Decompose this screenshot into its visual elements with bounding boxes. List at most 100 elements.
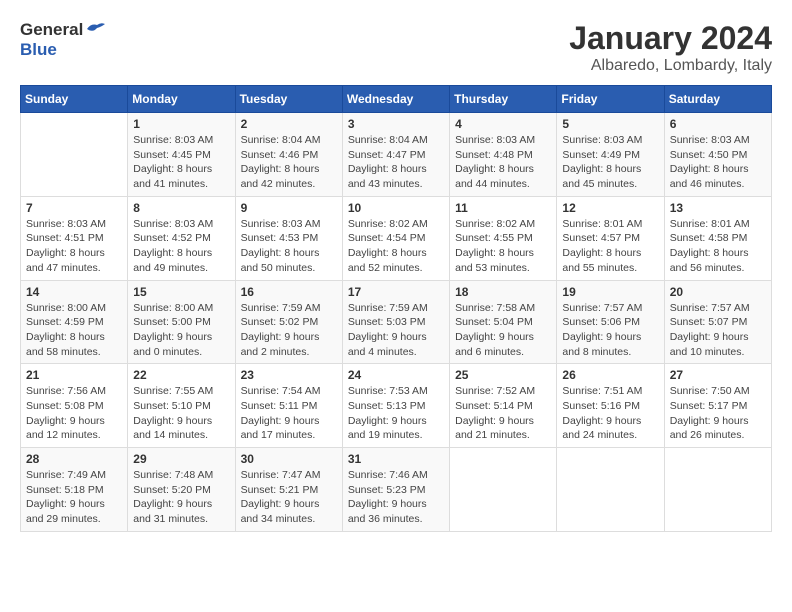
day-number: 16	[241, 285, 337, 299]
day-info: Sunrise: 7:50 AM Sunset: 5:17 PM Dayligh…	[670, 384, 766, 443]
day-info: Sunrise: 7:57 AM Sunset: 5:07 PM Dayligh…	[670, 301, 766, 360]
weekday-header-thursday: Thursday	[450, 86, 557, 113]
day-info: Sunrise: 8:03 AM Sunset: 4:50 PM Dayligh…	[670, 133, 766, 192]
day-info: Sunrise: 7:48 AM Sunset: 5:20 PM Dayligh…	[133, 468, 229, 527]
day-cell: 24 Sunrise: 7:53 AM Sunset: 5:13 PM Dayli…	[342, 364, 449, 448]
day-cell: 23 Sunrise: 7:54 AM Sunset: 5:11 PM Dayli…	[235, 364, 342, 448]
day-info: Sunrise: 7:56 AM Sunset: 5:08 PM Dayligh…	[26, 384, 122, 443]
week-row-3: 14 Sunrise: 8:00 AM Sunset: 4:59 PM Dayli…	[21, 280, 772, 364]
day-cell: 1 Sunrise: 8:03 AM Sunset: 4:45 PM Daylig…	[128, 113, 235, 197]
day-info: Sunrise: 7:49 AM Sunset: 5:18 PM Dayligh…	[26, 468, 122, 527]
day-info: Sunrise: 8:03 AM Sunset: 4:51 PM Dayligh…	[26, 217, 122, 276]
day-cell: 14 Sunrise: 8:00 AM Sunset: 4:59 PM Dayli…	[21, 280, 128, 364]
day-cell: 20 Sunrise: 7:57 AM Sunset: 5:07 PM Dayli…	[664, 280, 771, 364]
day-cell: 4Sunrise: 8:03 AM Sunset: 4:48 PM Daylig…	[450, 113, 557, 197]
day-number: 27	[670, 368, 766, 382]
day-cell: 15 Sunrise: 8:00 AM Sunset: 5:00 PM Dayli…	[128, 280, 235, 364]
day-number: 1	[133, 117, 229, 131]
day-number: 14	[26, 285, 122, 299]
day-info: Sunrise: 8:03 AM Sunset: 4:49 PM Dayligh…	[562, 133, 658, 192]
day-number: 10	[348, 201, 444, 215]
day-number: 7	[26, 201, 122, 215]
day-cell	[21, 113, 128, 197]
day-info: Sunrise: 7:52 AM Sunset: 5:14 PM Dayligh…	[455, 384, 551, 443]
week-row-1: 1 Sunrise: 8:03 AM Sunset: 4:45 PM Daylig…	[21, 113, 772, 197]
day-cell: 5 Sunrise: 8:03 AM Sunset: 4:49 PM Daylig…	[557, 113, 664, 197]
day-info: Sunrise: 8:00 AM Sunset: 5:00 PM Dayligh…	[133, 301, 229, 360]
weekday-header-saturday: Saturday	[664, 86, 771, 113]
day-cell	[557, 448, 664, 532]
weekday-header-monday: Monday	[128, 86, 235, 113]
day-cell: 22 Sunrise: 7:55 AM Sunset: 5:10 PM Dayli…	[128, 364, 235, 448]
day-number: 13	[670, 201, 766, 215]
day-number: 3	[348, 117, 444, 131]
day-info: Sunrise: 8:03 AM Sunset: 4:45 PM Dayligh…	[133, 133, 229, 192]
day-cell: 7 Sunrise: 8:03 AM Sunset: 4:51 PM Daylig…	[21, 196, 128, 280]
day-number: 8	[133, 201, 229, 215]
day-cell: 27 Sunrise: 7:50 AM Sunset: 5:17 PM Dayli…	[664, 364, 771, 448]
day-cell	[664, 448, 771, 532]
day-cell	[450, 448, 557, 532]
day-cell: 30Sunrise: 7:47 AM Sunset: 5:21 PM Dayli…	[235, 448, 342, 532]
day-number: 18	[455, 285, 551, 299]
logo: General Blue	[20, 20, 107, 61]
day-cell: 9Sunrise: 8:03 AM Sunset: 4:53 PM Daylig…	[235, 196, 342, 280]
day-number: 15	[133, 285, 229, 299]
logo-blue-text: Blue	[20, 40, 107, 60]
day-cell: 12 Sunrise: 8:01 AM Sunset: 4:57 PM Dayli…	[557, 196, 664, 280]
day-number: 22	[133, 368, 229, 382]
day-number: 20	[670, 285, 766, 299]
day-number: 31	[348, 452, 444, 466]
day-info: Sunrise: 8:03 AM Sunset: 4:52 PM Dayligh…	[133, 217, 229, 276]
logo-bird-icon	[85, 21, 107, 37]
day-number: 19	[562, 285, 658, 299]
day-number: 4	[455, 117, 551, 131]
day-cell: 19 Sunrise: 7:57 AM Sunset: 5:06 PM Dayli…	[557, 280, 664, 364]
weekday-header-friday: Friday	[557, 86, 664, 113]
day-number: 25	[455, 368, 551, 382]
day-info: Sunrise: 7:54 AM Sunset: 5:11 PM Dayligh…	[241, 384, 337, 443]
day-info: Sunrise: 7:55 AM Sunset: 5:10 PM Dayligh…	[133, 384, 229, 443]
day-info: Sunrise: 8:00 AM Sunset: 4:59 PM Dayligh…	[26, 301, 122, 360]
day-number: 12	[562, 201, 658, 215]
location-title: Albaredo, Lombardy, Italy	[569, 57, 772, 75]
day-cell: 26Sunrise: 7:51 AM Sunset: 5:16 PM Dayli…	[557, 364, 664, 448]
day-cell: 3 Sunrise: 8:04 AM Sunset: 4:47 PM Daylig…	[342, 113, 449, 197]
logo-general-text: General	[20, 20, 83, 40]
day-cell: 25 Sunrise: 7:52 AM Sunset: 5:14 PM Dayli…	[450, 364, 557, 448]
weekday-header-row: SundayMondayTuesdayWednesdayThursdayFrid…	[21, 86, 772, 113]
day-cell: 2Sunrise: 8:04 AM Sunset: 4:46 PM Daylig…	[235, 113, 342, 197]
day-info: Sunrise: 7:58 AM Sunset: 5:04 PM Dayligh…	[455, 301, 551, 360]
day-number: 5	[562, 117, 658, 131]
day-number: 2	[241, 117, 337, 131]
day-number: 11	[455, 201, 551, 215]
day-cell: 11 Sunrise: 8:02 AM Sunset: 4:55 PM Dayli…	[450, 196, 557, 280]
day-cell: 6 Sunrise: 8:03 AM Sunset: 4:50 PM Daylig…	[664, 113, 771, 197]
day-info: Sunrise: 8:04 AM Sunset: 4:47 PM Dayligh…	[348, 133, 444, 192]
weekday-header-sunday: Sunday	[21, 86, 128, 113]
page-header: General Blue January 2024 Albaredo, Lomb…	[20, 20, 772, 75]
day-cell: 31 Sunrise: 7:46 AM Sunset: 5:23 PM Dayli…	[342, 448, 449, 532]
weekday-header-wednesday: Wednesday	[342, 86, 449, 113]
day-info: Sunrise: 8:02 AM Sunset: 4:55 PM Dayligh…	[455, 217, 551, 276]
day-info: Sunrise: 7:51 AM Sunset: 5:16 PM Dayligh…	[562, 384, 658, 443]
day-info: Sunrise: 8:01 AM Sunset: 4:57 PM Dayligh…	[562, 217, 658, 276]
day-info: Sunrise: 7:57 AM Sunset: 5:06 PM Dayligh…	[562, 301, 658, 360]
day-info: Sunrise: 7:47 AM Sunset: 5:21 PM Dayligh…	[241, 468, 337, 527]
day-cell: 16Sunrise: 7:59 AM Sunset: 5:02 PM Dayli…	[235, 280, 342, 364]
day-info: Sunrise: 7:46 AM Sunset: 5:23 PM Dayligh…	[348, 468, 444, 527]
weekday-header-tuesday: Tuesday	[235, 86, 342, 113]
week-row-5: 28Sunrise: 7:49 AM Sunset: 5:18 PM Dayli…	[21, 448, 772, 532]
day-number: 23	[241, 368, 337, 382]
day-cell: 18 Sunrise: 7:58 AM Sunset: 5:04 PM Dayli…	[450, 280, 557, 364]
day-info: Sunrise: 8:02 AM Sunset: 4:54 PM Dayligh…	[348, 217, 444, 276]
week-row-4: 21Sunrise: 7:56 AM Sunset: 5:08 PM Dayli…	[21, 364, 772, 448]
day-cell: 8 Sunrise: 8:03 AM Sunset: 4:52 PM Daylig…	[128, 196, 235, 280]
day-info: Sunrise: 8:01 AM Sunset: 4:58 PM Dayligh…	[670, 217, 766, 276]
day-info: Sunrise: 7:53 AM Sunset: 5:13 PM Dayligh…	[348, 384, 444, 443]
day-number: 24	[348, 368, 444, 382]
day-cell: 10 Sunrise: 8:02 AM Sunset: 4:54 PM Dayli…	[342, 196, 449, 280]
day-cell: 21Sunrise: 7:56 AM Sunset: 5:08 PM Dayli…	[21, 364, 128, 448]
day-number: 6	[670, 117, 766, 131]
calendar-table: SundayMondayTuesdayWednesdayThursdayFrid…	[20, 85, 772, 532]
